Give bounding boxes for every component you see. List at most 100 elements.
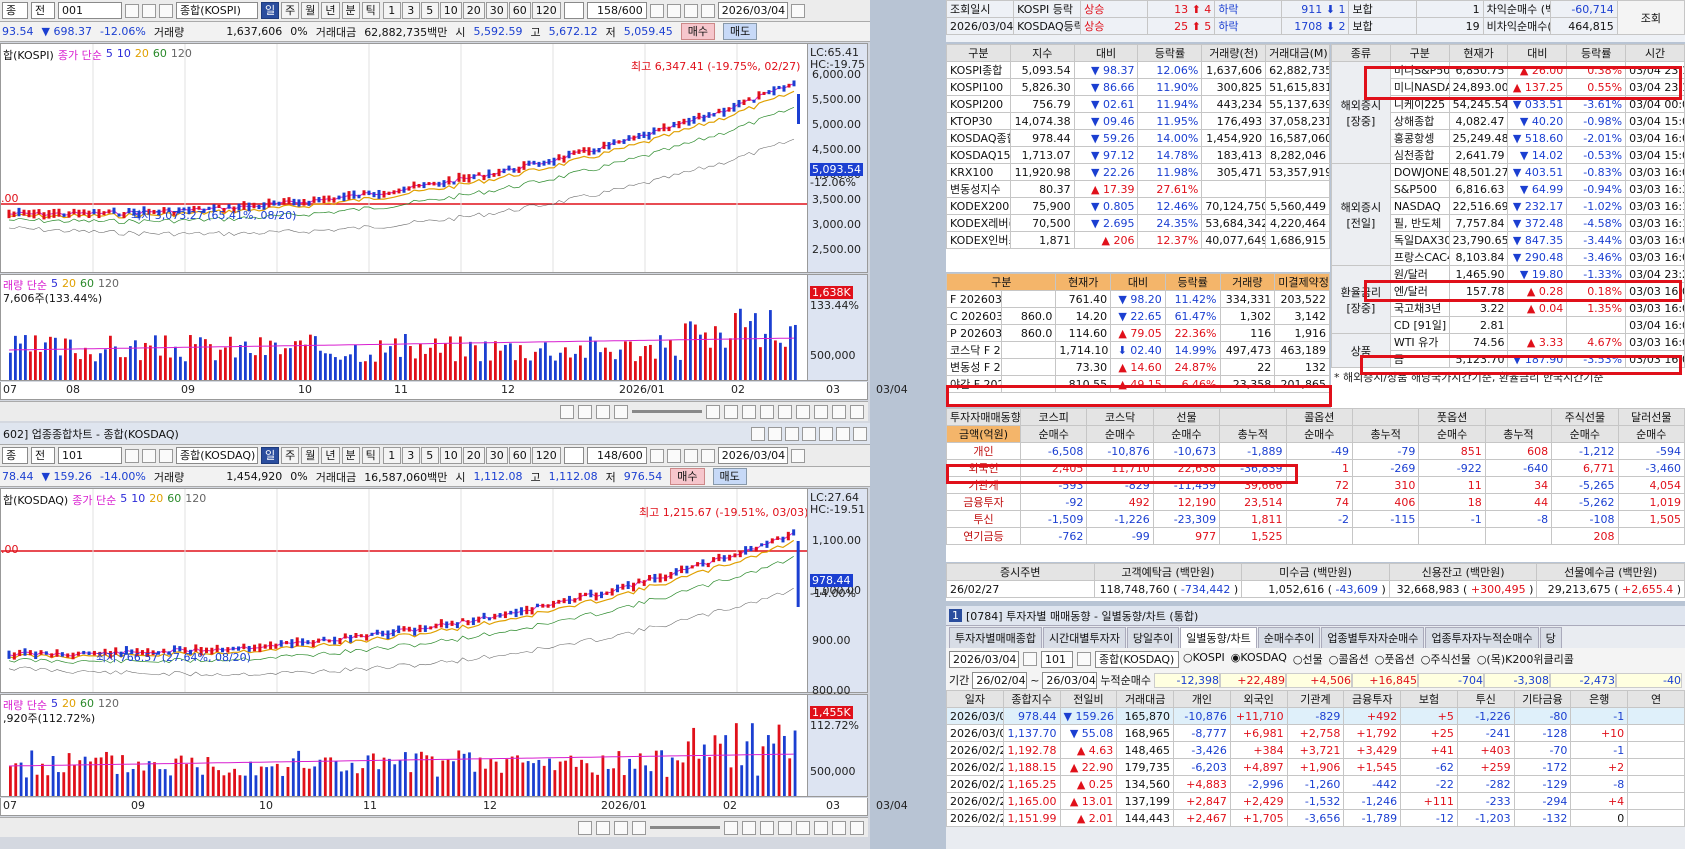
period-5-button[interactable]: 틱 (361, 447, 380, 464)
tool-icon[interactable] (778, 404, 792, 419)
sell-button[interactable]: 매도 (723, 23, 758, 40)
index-row[interactable]: KOSPI종합 5,093.54 ▼ 98.37 12.06% 1,637,606 62,… (946, 61, 1330, 79)
tool-icon[interactable] (666, 448, 681, 463)
tab-5[interactable]: 업종별투자자순매수 (1321, 627, 1425, 648)
settings-icon[interactable] (768, 426, 782, 441)
minus-icon[interactable] (814, 820, 828, 835)
world-row[interactable]: 상품WTI 유가74.56▲ 3.334.67%03/03 16:00 (1331, 333, 1685, 368)
buy-button[interactable]: 매수 (670, 468, 705, 485)
calendar-icon[interactable] (790, 448, 805, 463)
category-select[interactable]: 종 (2, 2, 28, 19)
code-input[interactable]: 001 (58, 2, 122, 19)
gear-icon[interactable] (700, 3, 715, 18)
world-row[interactable]: 해외증시[장중]미니S&P5006,850.75▲ 26.000.38%03/0… (1331, 61, 1685, 164)
daily-row[interactable]: 2026/02/231,151.99▲ 2.01144,443+2,467+1,… (946, 809, 1685, 827)
scroll-slider[interactable] (650, 826, 720, 829)
date-field[interactable]: 2026/03/04 (717, 447, 788, 464)
zoom-icon[interactable] (796, 404, 810, 419)
interval-5-button[interactable]: 5 (420, 2, 439, 19)
link-icon[interactable] (751, 426, 765, 441)
count-field[interactable]: 158/600 (586, 2, 647, 19)
radio-5[interactable]: ○주식선물 (1421, 651, 1471, 667)
futures-row[interactable]: P 202603 860.0 114.60 ▲ 79.05 22.36% 116 1,916 (946, 324, 1330, 342)
period-0-button[interactable]: 일 (261, 447, 280, 464)
unit-select[interactable]: 금액(억원) (946, 425, 1021, 443)
tool-icon[interactable] (649, 448, 664, 463)
count-field[interactable]: 148/600 (586, 447, 647, 464)
interval-60-button[interactable]: 60 (508, 447, 531, 464)
list-icon[interactable] (159, 448, 173, 463)
kospi-volume-panel[interactable]: 래량 단순 5 20 60 120 7,606주(133.44%) 1,638K… (0, 274, 868, 381)
futures-row[interactable]: F 202603 761.40 ▼ 98.20 11.42% 334,331 203,52… (946, 290, 1330, 308)
calendar-icon[interactable] (1023, 652, 1037, 666)
radio-3[interactable]: ○콜옵션 (1329, 651, 1369, 667)
all-select[interactable]: 전 (31, 447, 55, 464)
minimize-icon[interactable] (819, 426, 833, 441)
tab-1[interactable]: 시간대별투자자 (1042, 627, 1126, 648)
date-field[interactable]: 2026/03/04 (717, 2, 788, 19)
tab-2[interactable]: 당일추이 (1126, 627, 1180, 648)
close-icon[interactable] (853, 426, 867, 441)
radio-6[interactable]: ○(목)K200위클리콜 (1477, 651, 1574, 667)
interval-20-button[interactable]: 20 (462, 2, 485, 19)
interval-30-button[interactable]: 30 (485, 2, 508, 19)
futures-row[interactable]: 코스닥 F 202603 1,714.10⬇ 02.4014.99%497,473… (946, 341, 1330, 359)
forward-icon[interactable] (614, 404, 628, 419)
tool-icon[interactable] (706, 404, 720, 419)
query-button[interactable]: 조회 (1616, 0, 1685, 35)
stop-icon[interactable] (614, 820, 628, 835)
interval-10-button[interactable]: 10 (439, 447, 462, 464)
save-icon[interactable] (683, 3, 698, 18)
gear-icon[interactable] (700, 448, 715, 463)
index-row[interactable]: KODEX인버스1,871▲ 20612.37%40,077,6491,686,… (946, 231, 1330, 249)
tool-icon[interactable] (724, 820, 738, 835)
index-row[interactable]: KRX100 11,920.98 ▼ 22.26 11.98% 305,471 53,35… (946, 163, 1330, 181)
date-field[interactable]: 2026/03/04 (949, 650, 1019, 668)
world-row[interactable]: 해외증시[전일]DOWJONES48,501.27▼ 403.51-0.83%0… (1331, 163, 1685, 266)
search-icon[interactable] (125, 3, 139, 18)
interval-1-button[interactable]: 1 (382, 447, 401, 464)
plus-icon[interactable] (832, 820, 846, 835)
tool-icon[interactable] (760, 820, 774, 835)
text-icon[interactable] (850, 404, 864, 419)
plus-icon[interactable] (832, 404, 846, 419)
radio-4[interactable]: ○풋옵션 (1375, 651, 1415, 667)
code-input[interactable]: 101 (58, 447, 122, 464)
daily-row[interactable]: 2026/03/031,137.70▼ 55.08168,965-8,777+6… (946, 724, 1685, 742)
investor-row[interactable]: 외국인 2,405 11,710 22,638 -36,839 1 -269 -922 -640… (946, 459, 1685, 477)
period-4-button[interactable]: 분 (341, 447, 360, 464)
daily-row[interactable]: 2026/02/241,165.00▲ 13.01137,199+2,847+2… (946, 792, 1685, 810)
tool-icon[interactable] (666, 3, 681, 18)
interval-10-button[interactable]: 10 (439, 2, 462, 19)
zoom-icon[interactable] (796, 820, 810, 835)
interval-20-button[interactable]: 20 (462, 447, 485, 464)
index-row[interactable]: KOSDAQ종합 978.44 ▼ 59.26 14.00% 1,454,920 16,5… (946, 129, 1330, 147)
period-3-button[interactable]: 년 (321, 447, 340, 464)
futures-row[interactable]: 야간 F 202603 810.55▲ 49.156.46%23,358201,8… (946, 375, 1330, 393)
interval-3-button[interactable]: 3 (401, 447, 420, 464)
futures-row[interactable]: C 202603 860.0 14.20 ▼ 22.65 61.47% 1,302 3,14… (946, 307, 1330, 325)
search-icon[interactable] (1077, 652, 1091, 666)
radio-0[interactable]: ○KOSPI (1183, 651, 1225, 667)
category-select[interactable]: 종 (2, 447, 28, 464)
investor-row[interactable]: 연기금등 -762 -99 977 1,525 208 (946, 527, 1685, 545)
kosdaq-price-panel[interactable]: 합(KOSDAQ) 종가 단순 5 10 20 60 120 최고 1,215.… (0, 488, 868, 697)
tool-icon[interactable] (742, 820, 756, 835)
index-row[interactable]: KTOP30 14,074.38 ▼ 09.46 11.95% 176,493 37,05… (946, 112, 1330, 130)
tab-0[interactable]: 투자자별매매종합 (949, 627, 1042, 648)
period-0-button[interactable]: 일 (261, 2, 280, 19)
scroll-slider[interactable] (632, 410, 702, 413)
minus-icon[interactable] (814, 404, 828, 419)
search-icon[interactable] (125, 448, 139, 463)
tool-icon[interactable] (724, 404, 738, 419)
futures-row[interactable]: 변동성 F 202603 73.30▲ 14.6024.87%22132 (946, 358, 1330, 376)
maximize-icon[interactable] (836, 426, 850, 441)
daily-row[interactable]: 2026/02/261,188.15▲ 22.90179,735-6,203+4… (946, 758, 1685, 776)
speaker-icon[interactable] (142, 448, 156, 463)
interval-60-button[interactable]: 60 (508, 2, 531, 19)
period-3-button[interactable]: 년 (321, 2, 340, 19)
interval-120-button[interactable]: 120 (531, 447, 561, 464)
interval-1-button[interactable]: 1 (382, 2, 401, 19)
to-date[interactable]: 26/03/04 (1042, 671, 1098, 689)
interval-dropdown[interactable] (563, 447, 584, 464)
